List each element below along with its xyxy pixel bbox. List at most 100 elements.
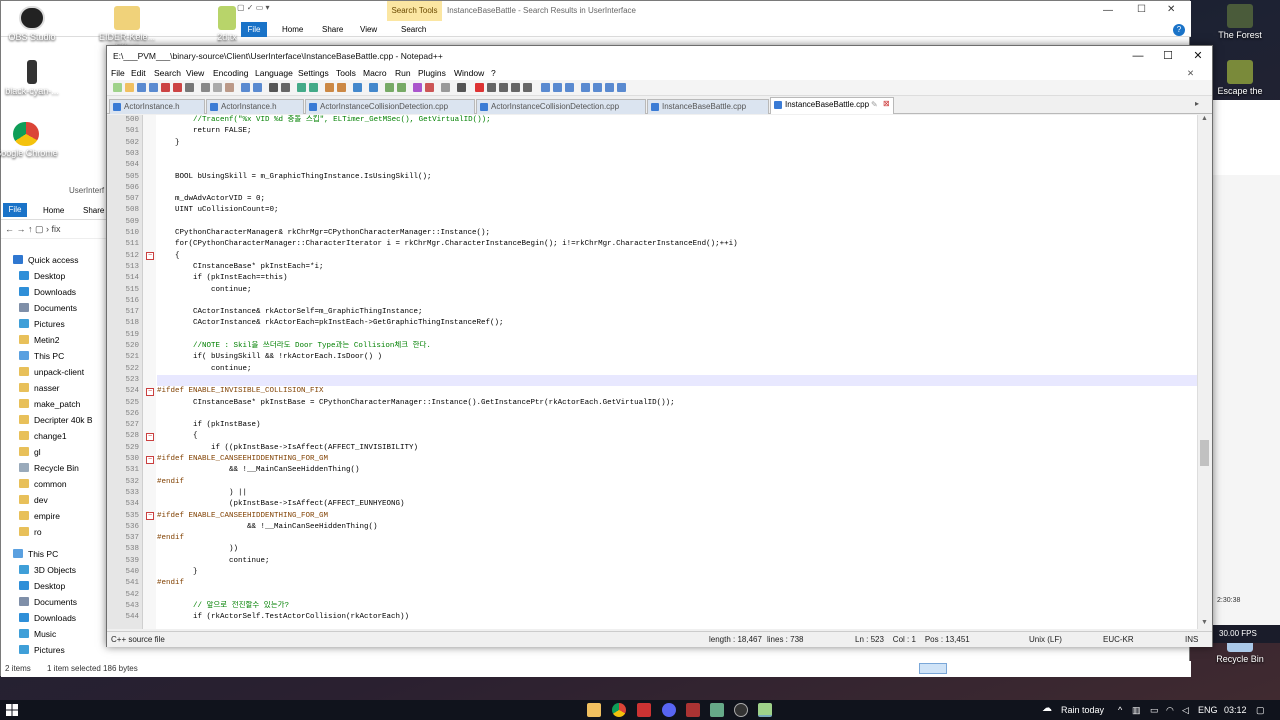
undo-icon[interactable] bbox=[241, 83, 250, 92]
code-line[interactable]: #endif bbox=[157, 533, 1197, 544]
fold-toggle-icon[interactable]: − bbox=[146, 387, 154, 396]
menu-encoding[interactable]: Encoding bbox=[213, 68, 248, 78]
compare-icon[interactable] bbox=[605, 83, 614, 92]
open-file-icon[interactable] bbox=[125, 83, 134, 92]
nav-item-make-patch[interactable]: make_patch bbox=[19, 399, 80, 409]
scrollbar-thumb[interactable] bbox=[1200, 440, 1209, 466]
fold-toggle-icon[interactable]: − bbox=[146, 252, 154, 261]
code-line[interactable] bbox=[157, 183, 1197, 194]
tab-actorinstance-h-2[interactable]: ActorInstance.h bbox=[206, 99, 304, 114]
tab-instancebasebattle[interactable]: InstanceBaseBattle.cpp bbox=[647, 99, 769, 114]
wrap-icon[interactable] bbox=[337, 83, 346, 92]
close-icon[interactable]: ✕ bbox=[1183, 46, 1213, 66]
monitor-icon[interactable] bbox=[457, 83, 466, 92]
plugin-icon[interactable] bbox=[565, 83, 574, 92]
code-line[interactable]: #endif bbox=[157, 477, 1197, 488]
tab-collision-detection-2[interactable]: ActorInstanceCollisionDetection.cpp bbox=[476, 99, 646, 114]
code-line[interactable]: } bbox=[157, 138, 1197, 149]
close-doc-icon[interactable]: ✕ bbox=[1187, 68, 1194, 79]
fold-toggle-icon[interactable]: − bbox=[146, 512, 154, 520]
desktop-icon-escape[interactable]: Escape the bbox=[1208, 60, 1272, 96]
nav-item-3d-objects[interactable]: 3D Objects bbox=[19, 565, 76, 575]
close-all-icon[interactable] bbox=[173, 83, 182, 92]
code-line[interactable]: BOOL bUsingSkill = m_GraphicThingInstanc… bbox=[157, 172, 1197, 183]
explorer-search-tab[interactable]: Search bbox=[401, 25, 426, 34]
nav-item-desktop[interactable]: Desktop bbox=[19, 271, 65, 281]
code-line[interactable] bbox=[157, 409, 1197, 420]
menu-file[interactable]: File bbox=[111, 68, 125, 78]
code-line[interactable] bbox=[157, 296, 1197, 307]
code-editor[interactable]: 500 501 502 503 504 505 506 507 508 509 510 511 512 5… bbox=[107, 115, 1197, 629]
code-line[interactable]: #ifdef ENABLE_INVISIBLE_COLLISION_FIX bbox=[157, 386, 1197, 397]
redo-icon[interactable] bbox=[253, 83, 262, 92]
nav-item-dev[interactable]: dev bbox=[19, 495, 48, 505]
save-icon[interactable] bbox=[137, 83, 146, 92]
code-line[interactable]: #endif bbox=[157, 578, 1197, 589]
nav-item-unpack-client[interactable]: unpack-client bbox=[19, 367, 84, 377]
nested-file-tab[interactable]: File bbox=[3, 203, 27, 217]
zoom-out-icon[interactable] bbox=[309, 83, 318, 92]
explorer-share-tab[interactable]: Share bbox=[322, 25, 343, 34]
maximize-icon[interactable]: ☐ bbox=[1153, 46, 1183, 66]
weather-icon[interactable]: ☁ bbox=[1042, 703, 1052, 714]
maximize-icon[interactable]: ☐ bbox=[1137, 4, 1146, 15]
code-line[interactable]: CInstanceBase* pkInstBase = CPythonChara… bbox=[157, 398, 1197, 409]
menu-run[interactable]: Run bbox=[395, 68, 411, 78]
quick-access-toolbar[interactable]: ▢ ✓ ▭ ▾ bbox=[237, 3, 387, 17]
code-line[interactable]: return FALSE; bbox=[157, 126, 1197, 137]
app-taskbar-icon[interactable] bbox=[710, 703, 724, 717]
code-line[interactable]: continue; bbox=[157, 285, 1197, 296]
notepadpp-taskbar-icon[interactable] bbox=[758, 703, 772, 717]
nav-item-downloads[interactable]: Downloads bbox=[19, 287, 76, 297]
stop-macro-icon[interactable] bbox=[487, 83, 496, 92]
code-line[interactable]: && !__MainCanSeeHiddenThing() bbox=[157, 465, 1197, 476]
nav-item-common[interactable]: common bbox=[19, 479, 67, 489]
view-details-icon[interactable] bbox=[919, 663, 947, 674]
explorer-home-tab[interactable]: Home bbox=[282, 25, 303, 34]
cut-icon[interactable] bbox=[201, 83, 210, 92]
indent-guide-icon[interactable] bbox=[353, 83, 362, 92]
menu-view[interactable]: View bbox=[186, 68, 204, 78]
code-line[interactable]: if (pkInstBase) bbox=[157, 420, 1197, 431]
nested-share-tab[interactable]: Share bbox=[83, 206, 104, 215]
code-line[interactable] bbox=[157, 590, 1197, 601]
pin-icon[interactable]: ✎ bbox=[871, 100, 878, 109]
code-line[interactable] bbox=[157, 160, 1197, 171]
fold-margin[interactable] bbox=[143, 115, 156, 629]
scroll-down-icon[interactable]: ▼ bbox=[1201, 619, 1208, 626]
desktop-icon-2d[interactable]: 2d.tx bbox=[212, 6, 242, 42]
menu-help[interactable]: ? bbox=[491, 68, 496, 78]
code-line[interactable]: //NOTE : Skil을 쓰더라도 Door Type과는 Collisio… bbox=[157, 341, 1197, 352]
code-line[interactable]: } bbox=[157, 567, 1197, 578]
explorer-taskbar-icon[interactable] bbox=[587, 703, 601, 717]
wifi-icon[interactable]: ◠ bbox=[1166, 705, 1174, 716]
save-all-icon[interactable] bbox=[149, 83, 158, 92]
code-line[interactable]: if( bUsingSkill && !rkActorEach.IsDoor()… bbox=[157, 352, 1197, 363]
zoom-in-icon[interactable] bbox=[297, 83, 306, 92]
volume-icon[interactable]: ◁ bbox=[1182, 705, 1189, 716]
explorer-file-tab[interactable]: File bbox=[241, 22, 267, 37]
nav-item-pc-desktop[interactable]: Desktop bbox=[19, 581, 65, 591]
minimize-icon[interactable]: — bbox=[1103, 5, 1113, 16]
obs-taskbar-icon[interactable] bbox=[734, 703, 748, 717]
nav-item-recycle-bin[interactable]: Recycle Bin bbox=[19, 463, 79, 473]
code-line[interactable]: (pkInstBase->IsAffect(AFFECT_EUNHYEONG) bbox=[157, 499, 1197, 510]
menu-plugins[interactable]: Plugins bbox=[418, 68, 446, 78]
folder-workspace-icon[interactable] bbox=[441, 83, 450, 92]
code-line[interactable]: if (rkActorSelf.TestActorCollision(rkAct… bbox=[157, 612, 1197, 623]
menu-window[interactable]: Window bbox=[454, 68, 484, 78]
code-line[interactable]: CActorInstance& rkActorSelf=m_GraphicThi… bbox=[157, 307, 1197, 318]
code-line[interactable]: if (pkInstEach==this) bbox=[157, 273, 1197, 284]
fold-toggle-icon[interactable]: − bbox=[146, 455, 154, 464]
all-chars-icon[interactable] bbox=[369, 83, 378, 92]
code-line[interactable]: UINT uCollisionCount=0; bbox=[157, 205, 1197, 216]
nav-item-ro[interactable]: ro bbox=[19, 527, 42, 537]
minimize-icon[interactable]: — bbox=[1123, 46, 1153, 66]
nested-nav-bar[interactable]: ← → ↑ ▢ › fix bbox=[1, 221, 107, 239]
tab-actorinstance-h[interactable]: ActorInstance.h bbox=[109, 99, 205, 114]
notification-icon[interactable]: ▢ bbox=[1256, 705, 1265, 716]
nav-item-this-pc[interactable]: This PC bbox=[13, 549, 58, 559]
close-file-icon[interactable] bbox=[161, 83, 170, 92]
nav-item-pictures[interactable]: Pictures bbox=[19, 319, 65, 329]
nav-item-metin2[interactable]: Metin2 bbox=[19, 335, 60, 345]
